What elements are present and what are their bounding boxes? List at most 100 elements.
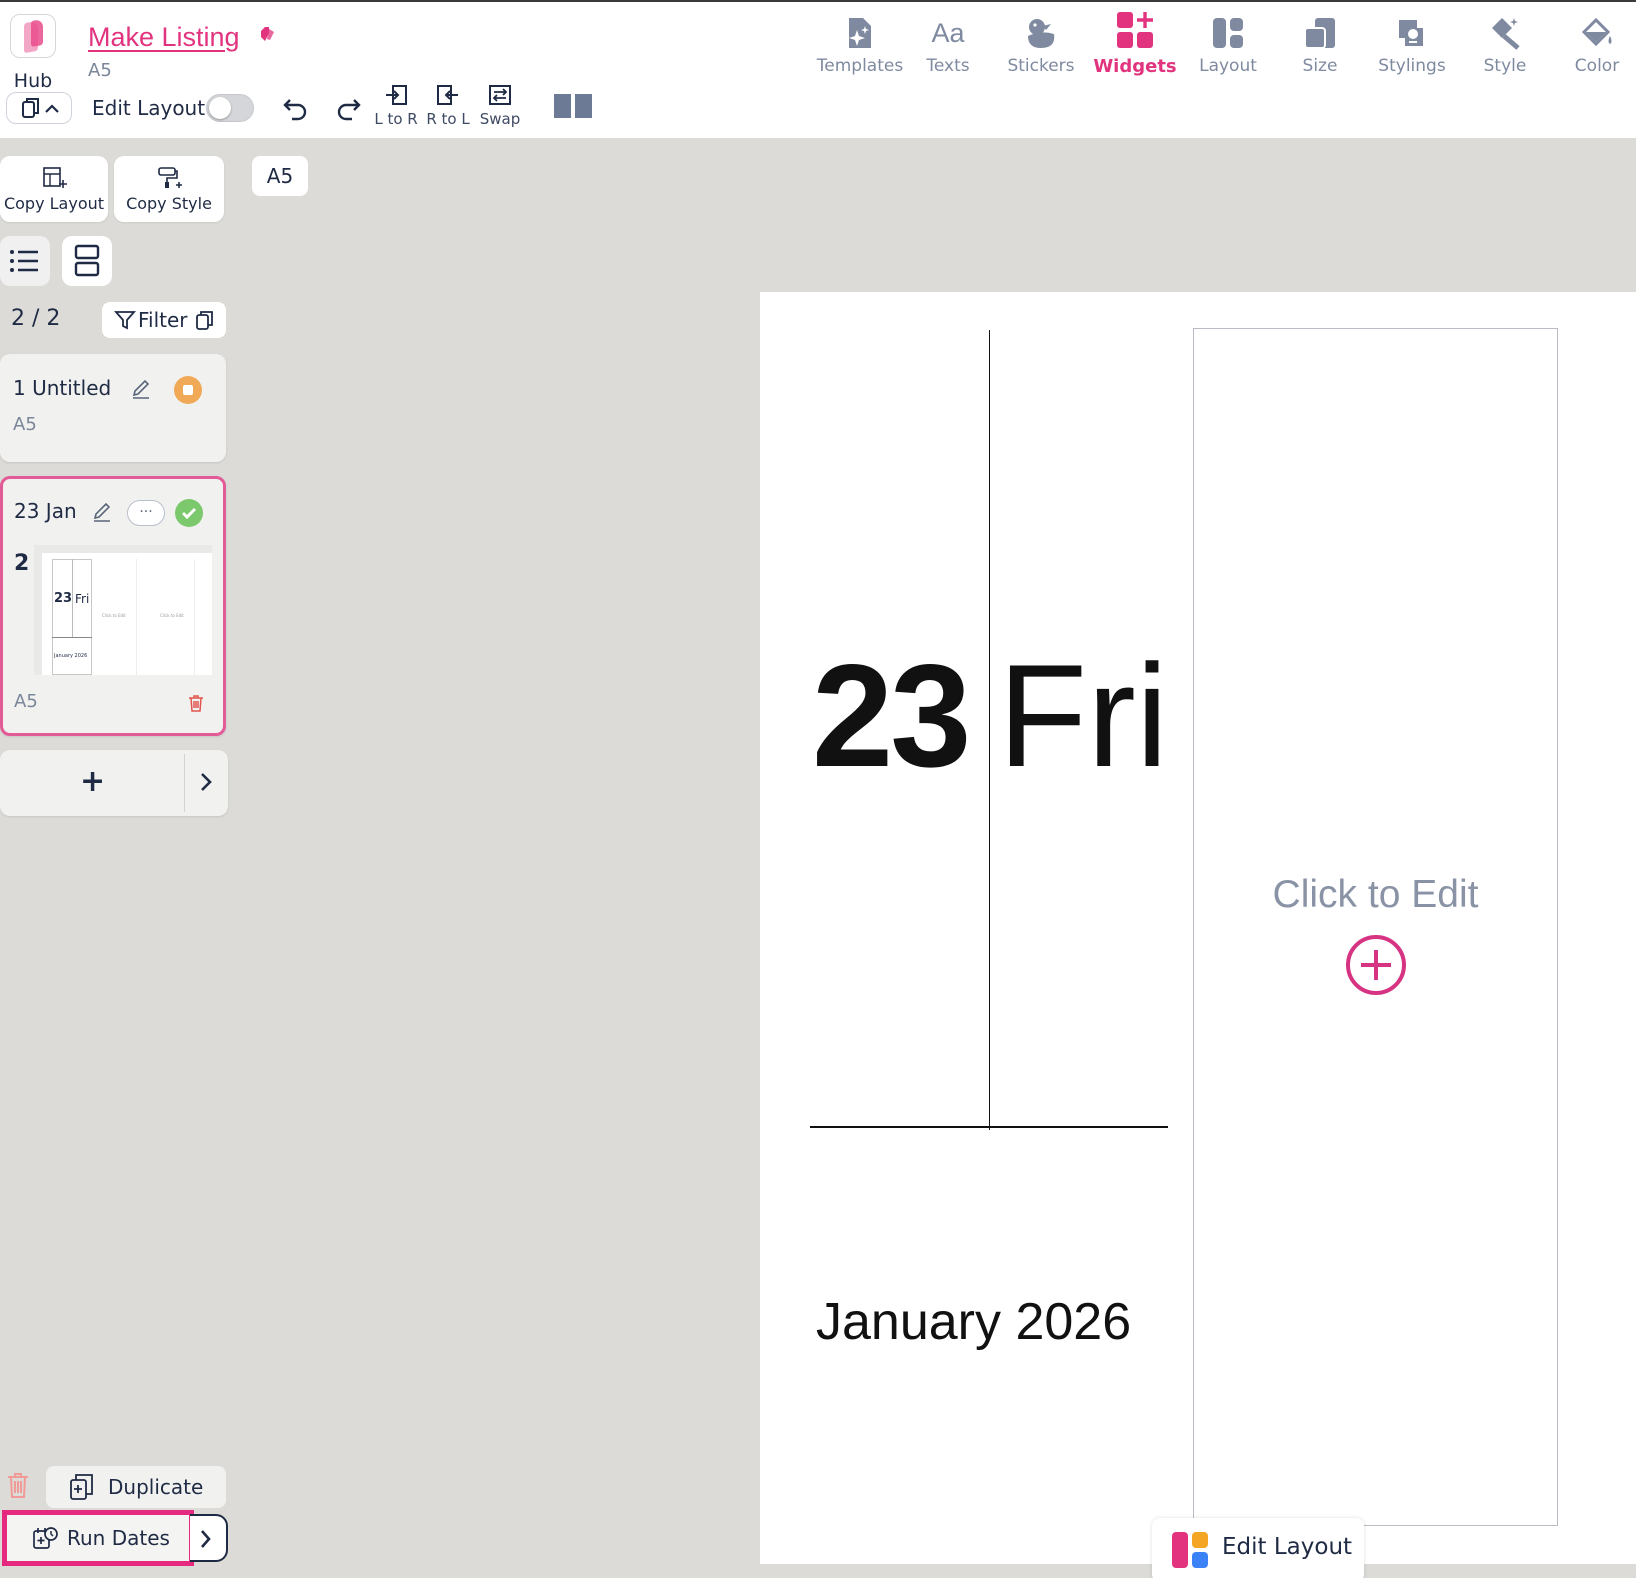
hub-label: Hub <box>13 70 53 92</box>
edit-layout-toggle[interactable] <box>206 94 254 122</box>
tool-texts[interactable]: Aa Texts <box>903 12 993 76</box>
listing-tag-icon[interactable] <box>257 24 277 44</box>
list-view-icon <box>10 250 38 272</box>
page-card-title: 23 Jan <box>14 499 77 523</box>
thumb-edit-2: Click to Edit <box>160 613 184 618</box>
top-bar: Hub Make Listing A5 Edit Layout L to R R… <box>0 0 1636 138</box>
thumb-day: 23 <box>54 591 73 606</box>
duplicate-button[interactable]: Duplicate <box>46 1466 226 1508</box>
title-area: Make Listing <box>88 22 277 53</box>
tool-label: Layout <box>1199 56 1257 76</box>
empty-widget-slot[interactable]: Click to Edit <box>1193 328 1558 1526</box>
stickers-icon <box>996 12 1086 50</box>
filter-label: Filter <box>138 308 188 332</box>
page-title-link[interactable]: Make Listing <box>88 22 240 52</box>
swap-button[interactable]: Swap <box>476 84 524 128</box>
thumb-month: January 2026 <box>54 653 88 659</box>
delete-all-icon[interactable] <box>4 1470 32 1500</box>
swap-icon <box>489 85 511 105</box>
tool-label: Size <box>1302 56 1338 76</box>
filter-button[interactable]: Filter <box>102 302 226 338</box>
left-to-right-button[interactable]: L to R <box>372 84 420 128</box>
paint-roller-icon <box>158 167 182 188</box>
filter-icon <box>114 311 136 330</box>
pending-status-icon <box>174 376 202 404</box>
divider-horizontal <box>810 1126 1168 1128</box>
redo-icon[interactable] <box>334 92 364 122</box>
planner-page[interactable]: 23 Fri January 2026 Click to Edit <box>760 292 1636 1564</box>
chevron-right-icon[interactable] <box>196 768 216 796</box>
swap-label: Swap <box>479 110 521 128</box>
edit-pencil-icon[interactable] <box>91 501 113 523</box>
right-to-left-button[interactable]: R to L <box>424 84 472 128</box>
tool-templates[interactable]: Templates <box>815 12 905 76</box>
size-icon <box>1275 12 1365 50</box>
duplicate-icon <box>70 1474 93 1500</box>
stylings-icon <box>1367 12 1457 50</box>
duplicate-label: Duplicate <box>108 1475 204 1499</box>
tool-color[interactable]: Color <box>1552 12 1636 76</box>
add-circle-icon[interactable] <box>1344 933 1408 997</box>
page-menu-toggle[interactable] <box>6 92 72 124</box>
right-to-left-icon <box>437 85 458 105</box>
undo-icon[interactable] <box>280 92 310 122</box>
list-view-button[interactable] <box>0 236 50 286</box>
tool-label: Texts <box>926 56 970 76</box>
left-to-right-icon <box>386 85 407 105</box>
click-to-edit-label: Click to Edit <box>1272 873 1479 916</box>
run-dates-expand-button[interactable] <box>190 1514 228 1562</box>
run-dates-button[interactable]: Run Dates <box>2 1510 194 1566</box>
texts-icon: Aa <box>931 18 965 48</box>
tool-label: Stylings <box>1378 56 1446 76</box>
page-card[interactable]: 1 Untitled A5 <box>0 354 226 462</box>
copy-style-button[interactable]: Copy Style <box>114 156 224 222</box>
edit-pencil-icon[interactable] <box>130 378 152 400</box>
tool-label: Style <box>1483 56 1527 76</box>
calendar-clock-icon <box>33 1527 58 1549</box>
two-page-view-icon[interactable] <box>554 94 592 118</box>
page-card-selected[interactable]: 23 Jan ··· 2 23 Fri January 2026 Click t… <box>0 476 226 736</box>
more-options-button[interactable]: ··· <box>127 500 165 526</box>
month-year-label[interactable]: January 2026 <box>816 1292 1131 1352</box>
page-size-subtitle: A5 <box>88 60 112 81</box>
floating-edit-layout-label: Edit Layout <box>1222 1534 1353 1560</box>
templates-icon <box>815 12 905 50</box>
page-card-size: A5 <box>14 691 38 712</box>
date-weekday[interactable]: Fri <box>998 632 1168 800</box>
tool-label: Stickers <box>1007 56 1075 76</box>
hub-button[interactable]: Hub <box>10 14 56 92</box>
date-day-number[interactable]: 23 <box>812 632 971 800</box>
tool-size[interactable]: Size <box>1275 12 1365 76</box>
floating-edit-layout-button[interactable]: Edit Layout <box>1152 1518 1364 1578</box>
tool-label: Widgets <box>1093 56 1177 77</box>
add-page-button[interactable]: + <box>80 764 105 799</box>
copy-layout-icon <box>43 167 67 188</box>
page-card-title: 1 Untitled <box>13 376 112 400</box>
right-to-left-label: R to L <box>426 110 470 128</box>
tool-stylings[interactable]: Stylings <box>1367 12 1457 76</box>
style-icon <box>1460 12 1550 50</box>
page-size-chip[interactable]: A5 <box>252 156 308 196</box>
page-thumbnail[interactable]: 23 Fri January 2026 Click to Edit Click … <box>34 545 212 675</box>
run-dates-label: Run Dates <box>67 1526 170 1550</box>
page-view-button[interactable] <box>62 236 112 286</box>
tool-stickers[interactable]: Stickers <box>996 12 1086 76</box>
tool-layout[interactable]: Layout <box>1183 12 1273 76</box>
tool-style[interactable]: Style <box>1460 12 1550 76</box>
divider-vertical <box>989 330 990 1130</box>
tool-label: Templates <box>816 56 904 76</box>
thumb-weekday: Fri <box>75 592 90 606</box>
hub-logo-icon <box>10 14 56 58</box>
copy-style-label: Copy Style <box>126 194 212 213</box>
layout-icon <box>1183 12 1273 50</box>
edit-layout-label: Edit Layout <box>92 96 206 120</box>
chevron-right-icon <box>201 1530 211 1548</box>
copy-layout-button[interactable]: Copy Layout <box>0 156 108 222</box>
tool-widgets[interactable]: Widgets <box>1090 12 1180 77</box>
delete-icon[interactable] <box>186 693 206 713</box>
check-status-icon <box>175 499 203 527</box>
copy-layout-label: Copy Layout <box>3 194 105 213</box>
color-icon <box>1552 12 1636 50</box>
stacked-pages-icon <box>74 244 100 277</box>
widgets-icon <box>1090 12 1180 50</box>
